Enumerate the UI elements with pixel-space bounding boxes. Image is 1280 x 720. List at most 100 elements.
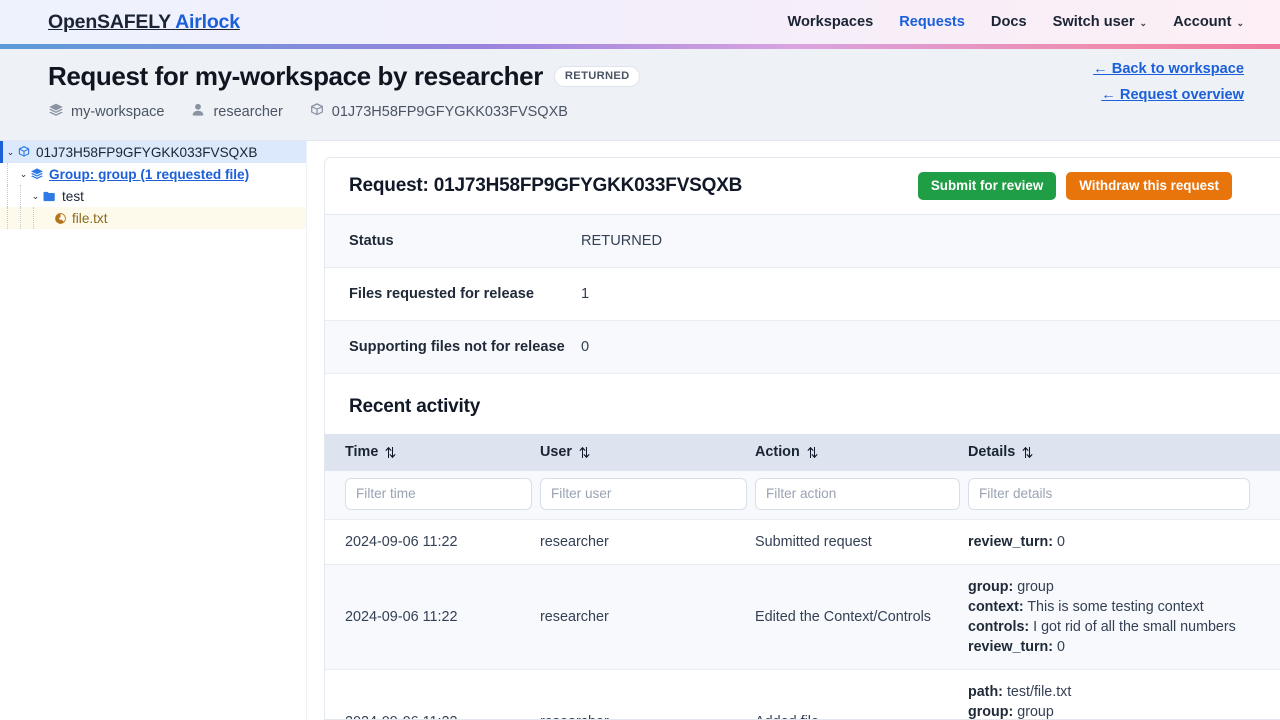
detail-line: review_turn: 0 [968, 532, 1272, 552]
detail-key: controls: [968, 619, 1029, 635]
cell-user: researcher [540, 520, 755, 565]
nav-link-workspaces-label: Workspaces [788, 14, 874, 30]
breadcrumb-workspace: my-workspace [48, 102, 164, 122]
cell-user: researcher [540, 565, 755, 670]
detail-value: This is some testing context [1027, 599, 1203, 615]
brand-primary-text: OpenSAFELY [48, 11, 171, 33]
page-title: Request for my-workspace by researcher [48, 61, 543, 92]
tree-guide-line [20, 185, 21, 207]
column-header-details[interactable]: Details [968, 434, 1280, 471]
cell-action: Added file [755, 670, 968, 720]
nav-link-requests[interactable]: Requests [899, 14, 965, 30]
chevron-down-icon[interactable]: ⌄ [4, 147, 17, 158]
detail-value: group [1017, 579, 1054, 595]
detail-value: I got rid of all the small numbers [1033, 619, 1236, 635]
detail-line: group: group [968, 702, 1272, 720]
tree-guide-line [7, 207, 8, 229]
column-header-action[interactable]: Action [755, 434, 968, 471]
nav-link-account-label: Account [1173, 14, 1231, 30]
nav-link-requests-label: Requests [899, 14, 965, 30]
request-overview-link[interactable]: ← Request overview [1101, 87, 1244, 103]
chevron-down-icon: ⌄ [1236, 19, 1244, 28]
table-row[interactable]: 2024-09-06 11:22 researcher Submitted re… [325, 520, 1280, 565]
detail-key: group: [968, 704, 1013, 720]
column-header-time[interactable]: Time [325, 434, 540, 471]
activity-table-header-row: Time User [325, 434, 1280, 471]
tree-node-group[interactable]: ⌄ Group: group (1 requested file) [0, 163, 306, 185]
submit-for-review-button[interactable]: Submit for review [918, 172, 1056, 200]
nav-links-group: Workspaces Requests Docs Switch user ⌄ A… [788, 14, 1245, 30]
detail-value: 0 [1057, 534, 1065, 550]
summary-row-files-requested-key: Files requested for release [349, 286, 581, 302]
cell-details: review_turn: 0 [968, 520, 1280, 565]
title-row: Request for my-workspace by researcher R… [48, 61, 1244, 92]
cell-user: researcher [540, 670, 755, 720]
breadcrumb-user-label: researcher [213, 104, 282, 120]
summary-row-files-requested-value: 1 [581, 286, 589, 302]
detail-value: 0 [1057, 639, 1065, 655]
tree-node-request-label: 01J73H58FP9GFYGKK033FVSQXB [36, 145, 257, 160]
tree-node-request[interactable]: ⌄ 01J73H58FP9GFYGKK033FVSQXB [0, 141, 306, 163]
tree-guide-line [7, 163, 8, 185]
detail-key: review_turn: [968, 639, 1053, 655]
cell-time: 2024-09-06 11:22 [325, 670, 540, 720]
tree-guide-line [33, 207, 34, 229]
nav-link-account[interactable]: Account ⌄ [1173, 14, 1244, 30]
chevron-down-icon[interactable]: ⌄ [29, 191, 42, 202]
detail-line: group: group [968, 577, 1272, 597]
brand-logo[interactable]: OpenSAFELY Airlock [48, 11, 240, 34]
sort-icon[interactable] [807, 446, 818, 459]
header-links: ← Back to workspace ← Request overview [1093, 61, 1244, 103]
sort-icon[interactable] [1022, 446, 1033, 459]
summary-row-supporting-files-key: Supporting files not for release [349, 339, 581, 355]
cell-details: path: test/file.txt group: group filetyp… [968, 670, 1280, 720]
cube-icon [17, 145, 31, 159]
layers-icon [48, 102, 64, 122]
detail-key: review_turn: [968, 534, 1053, 550]
breadcrumb-request-id-label: 01J73H58FP9GFYGKK033FVSQXB [332, 104, 568, 120]
nav-link-workspaces[interactable]: Workspaces [788, 14, 874, 30]
tree-node-folder-test-label: test [62, 189, 84, 204]
summary-row-supporting-files-value: 0 [581, 339, 589, 355]
sort-icon[interactable] [385, 446, 396, 459]
cube-icon [309, 102, 325, 122]
detail-line: path: test/file.txt [968, 682, 1272, 702]
filter-action-input[interactable] [755, 478, 960, 510]
cell-details: group: group context: This is some testi… [968, 565, 1280, 670]
filter-cell-details [968, 471, 1280, 520]
status-badge: RETURNED [554, 66, 641, 87]
summary-row-files-requested: Files requested for release 1 [325, 268, 1280, 321]
column-header-user[interactable]: User [540, 434, 755, 471]
tree-node-file-txt[interactable]: file.txt [0, 207, 306, 229]
chevron-down-icon[interactable]: ⌄ [17, 169, 30, 180]
top-navigation-bar: OpenSAFELY Airlock Workspaces Requests D… [0, 0, 1280, 44]
detail-key: group: [968, 579, 1013, 595]
nav-link-switch-user[interactable]: Switch user ⌄ [1053, 14, 1147, 30]
recent-activity-title: Recent activity [325, 374, 1280, 434]
back-to-workspace-link[interactable]: ← Back to workspace [1093, 61, 1244, 77]
request-card-actions: Submit for review Withdraw this request [918, 172, 1262, 200]
file-tree-sidebar: ⌄ 01J73H58FP9GFYGKK033FVSQXB ⌄ Group: gr… [0, 141, 307, 720]
withdraw-request-button[interactable]: Withdraw this request [1066, 172, 1232, 200]
nav-link-switch-user-label: Switch user [1053, 14, 1135, 30]
activity-table-filter-row [325, 471, 1280, 520]
cell-time: 2024-09-06 11:22 [325, 520, 540, 565]
summary-row-status-value: RETURNED [581, 233, 662, 249]
folder-icon [42, 189, 57, 204]
table-row[interactable]: 2024-09-06 11:22 researcher Edited the C… [325, 565, 1280, 670]
sort-icon[interactable] [579, 446, 590, 459]
main-content: Request: 01J73H58FP9GFYGKK033FVSQXB Subm… [307, 141, 1280, 720]
filter-details-input[interactable] [968, 478, 1250, 510]
nav-link-docs[interactable]: Docs [991, 14, 1027, 30]
filter-user-input[interactable] [540, 478, 747, 510]
filter-time-input[interactable] [345, 478, 532, 510]
body-split: ⌄ 01J73H58FP9GFYGKK033FVSQXB ⌄ Group: gr… [0, 141, 1280, 720]
request-card-title: Request: 01J73H58FP9GFYGKK033FVSQXB [349, 175, 742, 197]
filter-cell-action [755, 471, 968, 520]
column-header-time-label: Time [345, 444, 378, 460]
brand-accent-text: Airlock [175, 11, 240, 33]
tree-node-folder-test[interactable]: ⌄ test [0, 185, 306, 207]
nav-link-docs-label: Docs [991, 14, 1027, 30]
table-row[interactable]: 2024-09-06 11:22 researcher Added file p… [325, 670, 1280, 720]
summary-row-supporting-files: Supporting files not for release 0 [325, 321, 1280, 374]
